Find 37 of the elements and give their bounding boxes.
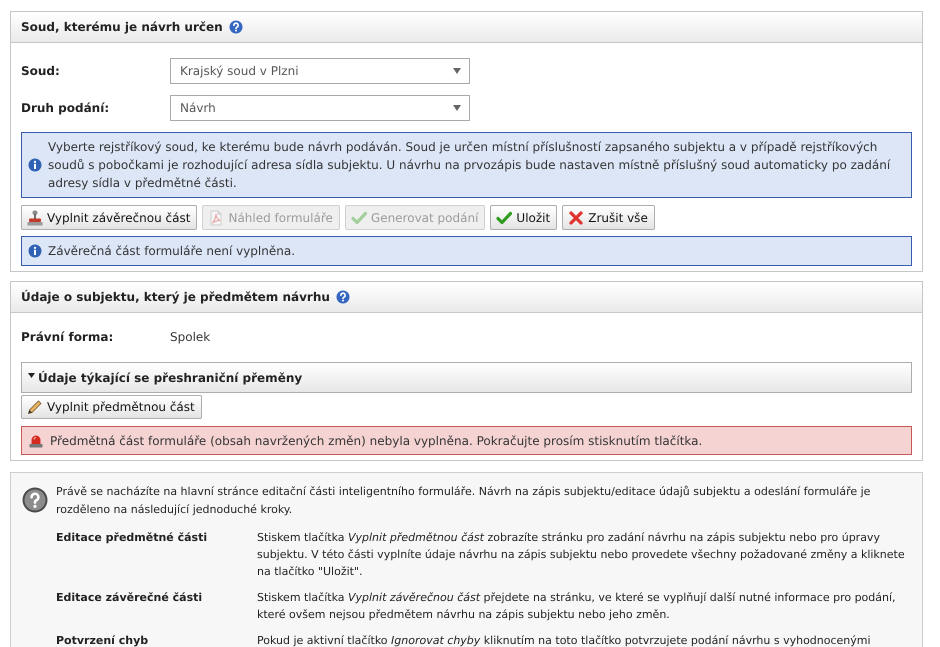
action-button[interactable]: Vyplnit předmětnou část bbox=[21, 395, 202, 419]
help-question-icon bbox=[22, 487, 48, 513]
step-text: Stiskem tlačítka Vyplnit předmětnou část zobrazíte stránku pro zadání návrhu na zápis subjektu nebo pro úpravy subjektu. V této části vyplníte údaje návrhu na zápis subjektu nebo provedete všechny požadované změny a kliknete na tlačítko "Uložit". bbox=[257, 530, 906, 580]
help-icon[interactable] bbox=[228, 20, 243, 34]
step-text: Stiskem tlačítka Vyplnit závěrečnou část přejdete na stránku, ve které se vyplňují další nutné informace pro podání, které ovšem nejsou předmětem návrhu na zápis subjektu nebo jeho změn. bbox=[257, 590, 897, 623]
field-label: Právní forma: bbox=[21, 329, 114, 346]
panel-title: Soud, kterému je návrh určen bbox=[21, 19, 223, 36]
field-value: Spolek bbox=[170, 329, 210, 346]
alarm-light-icon bbox=[28, 432, 44, 448]
step-title: Editace závěrečné části bbox=[56, 590, 204, 606]
dropdown-caret-icon bbox=[453, 105, 461, 111]
step-text: Pokud je aktivní tlačítko Ignorovat chyby kliknutím na toto tlačítko potvrzujete podání návrhu s vyhodnocenými bbox=[257, 633, 872, 647]
select-field[interactable]: Krajský soud v Plzni bbox=[170, 58, 470, 84]
info-icon bbox=[28, 158, 42, 172]
message-text: Předmětná část formuláře (obsah navržených změn) nebyla vyplněna. Pokračujte prosím stisknutím tlačítka. bbox=[50, 432, 702, 450]
section-toggle[interactable]: Údaje týkající se přeshraniční přeměny bbox=[21, 362, 912, 393]
action-button[interactable]: Zrušit vše bbox=[562, 205, 655, 230]
pencil-icon bbox=[27, 399, 43, 415]
action-button[interactable]: Uložit bbox=[490, 205, 558, 230]
pdf-document-icon bbox=[208, 210, 224, 226]
field-label: Druh podání: bbox=[21, 100, 110, 117]
step-title: Editace předmětné části bbox=[56, 530, 208, 546]
action-button[interactable]: Vyplnit závěrečnou část bbox=[21, 205, 198, 230]
dropdown-caret-icon bbox=[453, 68, 461, 74]
message-text: Vyberte rejstříkový soud, ke kterému bude návrh podáván. Soud je určen místní příslušností zapsaného subjektu a v případě rejstříkových soudů s pobočkami je rozhodující adresa sídla subjektu. U návrhu na prvozápis bude nastaven místně příslušný soud automaticky po zadání adresy sídla v předmětné části. bbox=[48, 139, 892, 192]
check-icon bbox=[496, 210, 512, 226]
select-field[interactable]: Návrh bbox=[170, 95, 470, 121]
step-title: Potvrzení chyb bbox=[56, 633, 150, 647]
help-intro: Právě se nacházíte na hlavní stránce editační části inteligentního formuláře. Návrh na zápis subjektu/editace údajů subjektu a odeslání formuláře je rozděleno na následující jednoduché kroky. bbox=[56, 484, 872, 518]
cross-icon bbox=[568, 210, 584, 226]
info-icon bbox=[28, 244, 42, 258]
help-icon[interactable] bbox=[336, 290, 350, 304]
message-text: Závěrečná část formuláře není vyplněna. bbox=[48, 243, 296, 260]
panel-title: Údaje o subjektu, který je předmětem návrhu bbox=[21, 288, 330, 306]
check-icon bbox=[350, 210, 367, 226]
field-label: Soud: bbox=[21, 63, 61, 80]
stamp-icon bbox=[27, 210, 43, 226]
